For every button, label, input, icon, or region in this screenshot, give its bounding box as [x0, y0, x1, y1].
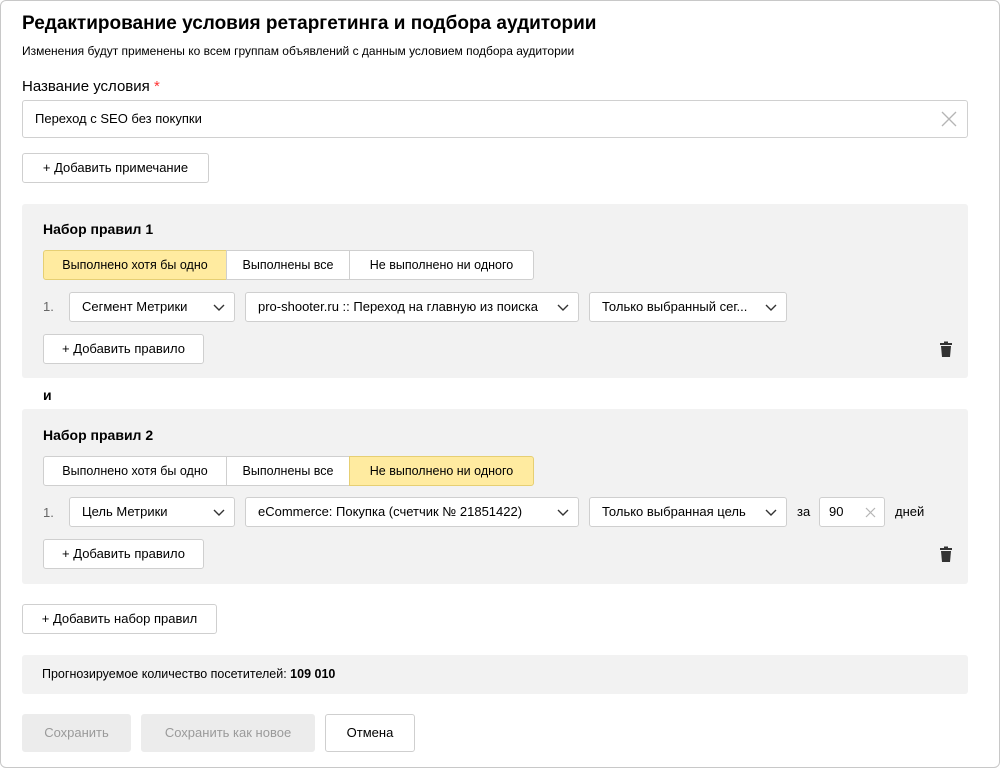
add-rule-set-button[interactable]: + Добавить набор правил: [22, 604, 217, 634]
forecast-bar: Прогнозируемое количество посетителей: 1…: [22, 655, 968, 694]
rule-set-mode-switch: Выполнено хотя бы одно Выполнены все Не …: [43, 250, 534, 280]
rule-scope-value: Только выбранная цель: [602, 504, 746, 519]
mode-all-option[interactable]: Выполнены все: [226, 250, 350, 280]
forecast-value: 109 010: [290, 667, 336, 681]
clear-icon[interactable]: [865, 507, 876, 518]
chevron-down-icon: [213, 509, 225, 516]
and-separator: и: [43, 387, 52, 403]
save-as-new-button[interactable]: Сохранить как новое: [141, 714, 315, 752]
rule-set-1: Набор правил 1 Выполнено хотя бы одно Вы…: [22, 204, 968, 378]
add-note-button[interactable]: + Добавить примечание: [22, 153, 209, 183]
chevron-down-icon: [213, 304, 225, 311]
add-rule-button[interactable]: + Добавить правило: [43, 539, 204, 569]
condition-name-label-text: Название условия: [22, 78, 150, 95]
mode-none-option[interactable]: Не выполнено ни одного: [349, 250, 534, 280]
cancel-button[interactable]: Отмена: [325, 714, 415, 752]
mode-none-option[interactable]: Не выполнено ни одного: [349, 456, 534, 486]
required-mark: *: [153, 78, 160, 95]
rule-number: 1.: [43, 505, 54, 520]
days-value: 90: [829, 504, 844, 519]
retargeting-dialog: Редактирование условия ретаргетинга и по…: [0, 0, 1000, 768]
save-button[interactable]: Сохранить: [22, 714, 131, 752]
trash-icon[interactable]: [939, 341, 953, 357]
rule-target-select[interactable]: eCommerce: Покупка (счетчик № 21851422): [245, 497, 579, 527]
days-unit-label: дней: [895, 504, 925, 519]
rule-scope-select[interactable]: Только выбранная цель: [589, 497, 787, 527]
chevron-down-icon: [765, 304, 777, 311]
clear-icon[interactable]: [939, 109, 959, 129]
rule-target-value: eCommerce: Покупка (счетчик № 21851422): [258, 504, 523, 519]
rule-target-value: pro-shooter.ru :: Переход на главную из …: [258, 299, 538, 314]
rule-scope-select[interactable]: Только выбранный сег...: [589, 292, 787, 322]
rule-number: 1.: [43, 299, 54, 314]
dialog-title: Редактирование условия ретаргетинга и по…: [22, 13, 597, 34]
chevron-down-icon: [557, 304, 569, 311]
add-rule-button[interactable]: + Добавить правило: [43, 334, 204, 364]
chevron-down-icon: [765, 509, 777, 516]
condition-name-input[interactable]: Переход с SEO без покупки: [22, 100, 968, 138]
rule-set-title: Набор правил 2: [43, 427, 154, 443]
forecast-label: Прогнозируемое количество посетителей:: [42, 667, 287, 681]
rule-set-title: Набор правил 1: [43, 221, 154, 237]
rule-target-select[interactable]: pro-shooter.ru :: Переход на главную из …: [245, 292, 579, 322]
days-input[interactable]: 90: [819, 497, 885, 527]
trash-icon[interactable]: [939, 546, 953, 562]
period-for-label: за: [797, 504, 811, 519]
rule-type-value: Сегмент Метрики: [82, 299, 188, 314]
rule-scope-value: Только выбранный сег...: [602, 299, 748, 314]
condition-name-label: Название условия *: [22, 78, 160, 95]
rule-type-value: Цель Метрики: [82, 504, 168, 519]
mode-all-option[interactable]: Выполнены все: [226, 456, 350, 486]
chevron-down-icon: [557, 509, 569, 516]
mode-any-option[interactable]: Выполнено хотя бы одно: [43, 456, 227, 486]
rule-set-2: Набор правил 2 Выполнено хотя бы одно Вы…: [22, 409, 968, 584]
dialog-subtitle: Изменения будут применены ко всем группа…: [22, 44, 575, 58]
rule-set-mode-switch: Выполнено хотя бы одно Выполнены все Не …: [43, 456, 534, 486]
rule-type-select[interactable]: Сегмент Метрики: [69, 292, 235, 322]
rule-type-select[interactable]: Цель Метрики: [69, 497, 235, 527]
mode-any-option[interactable]: Выполнено хотя бы одно: [43, 250, 227, 280]
